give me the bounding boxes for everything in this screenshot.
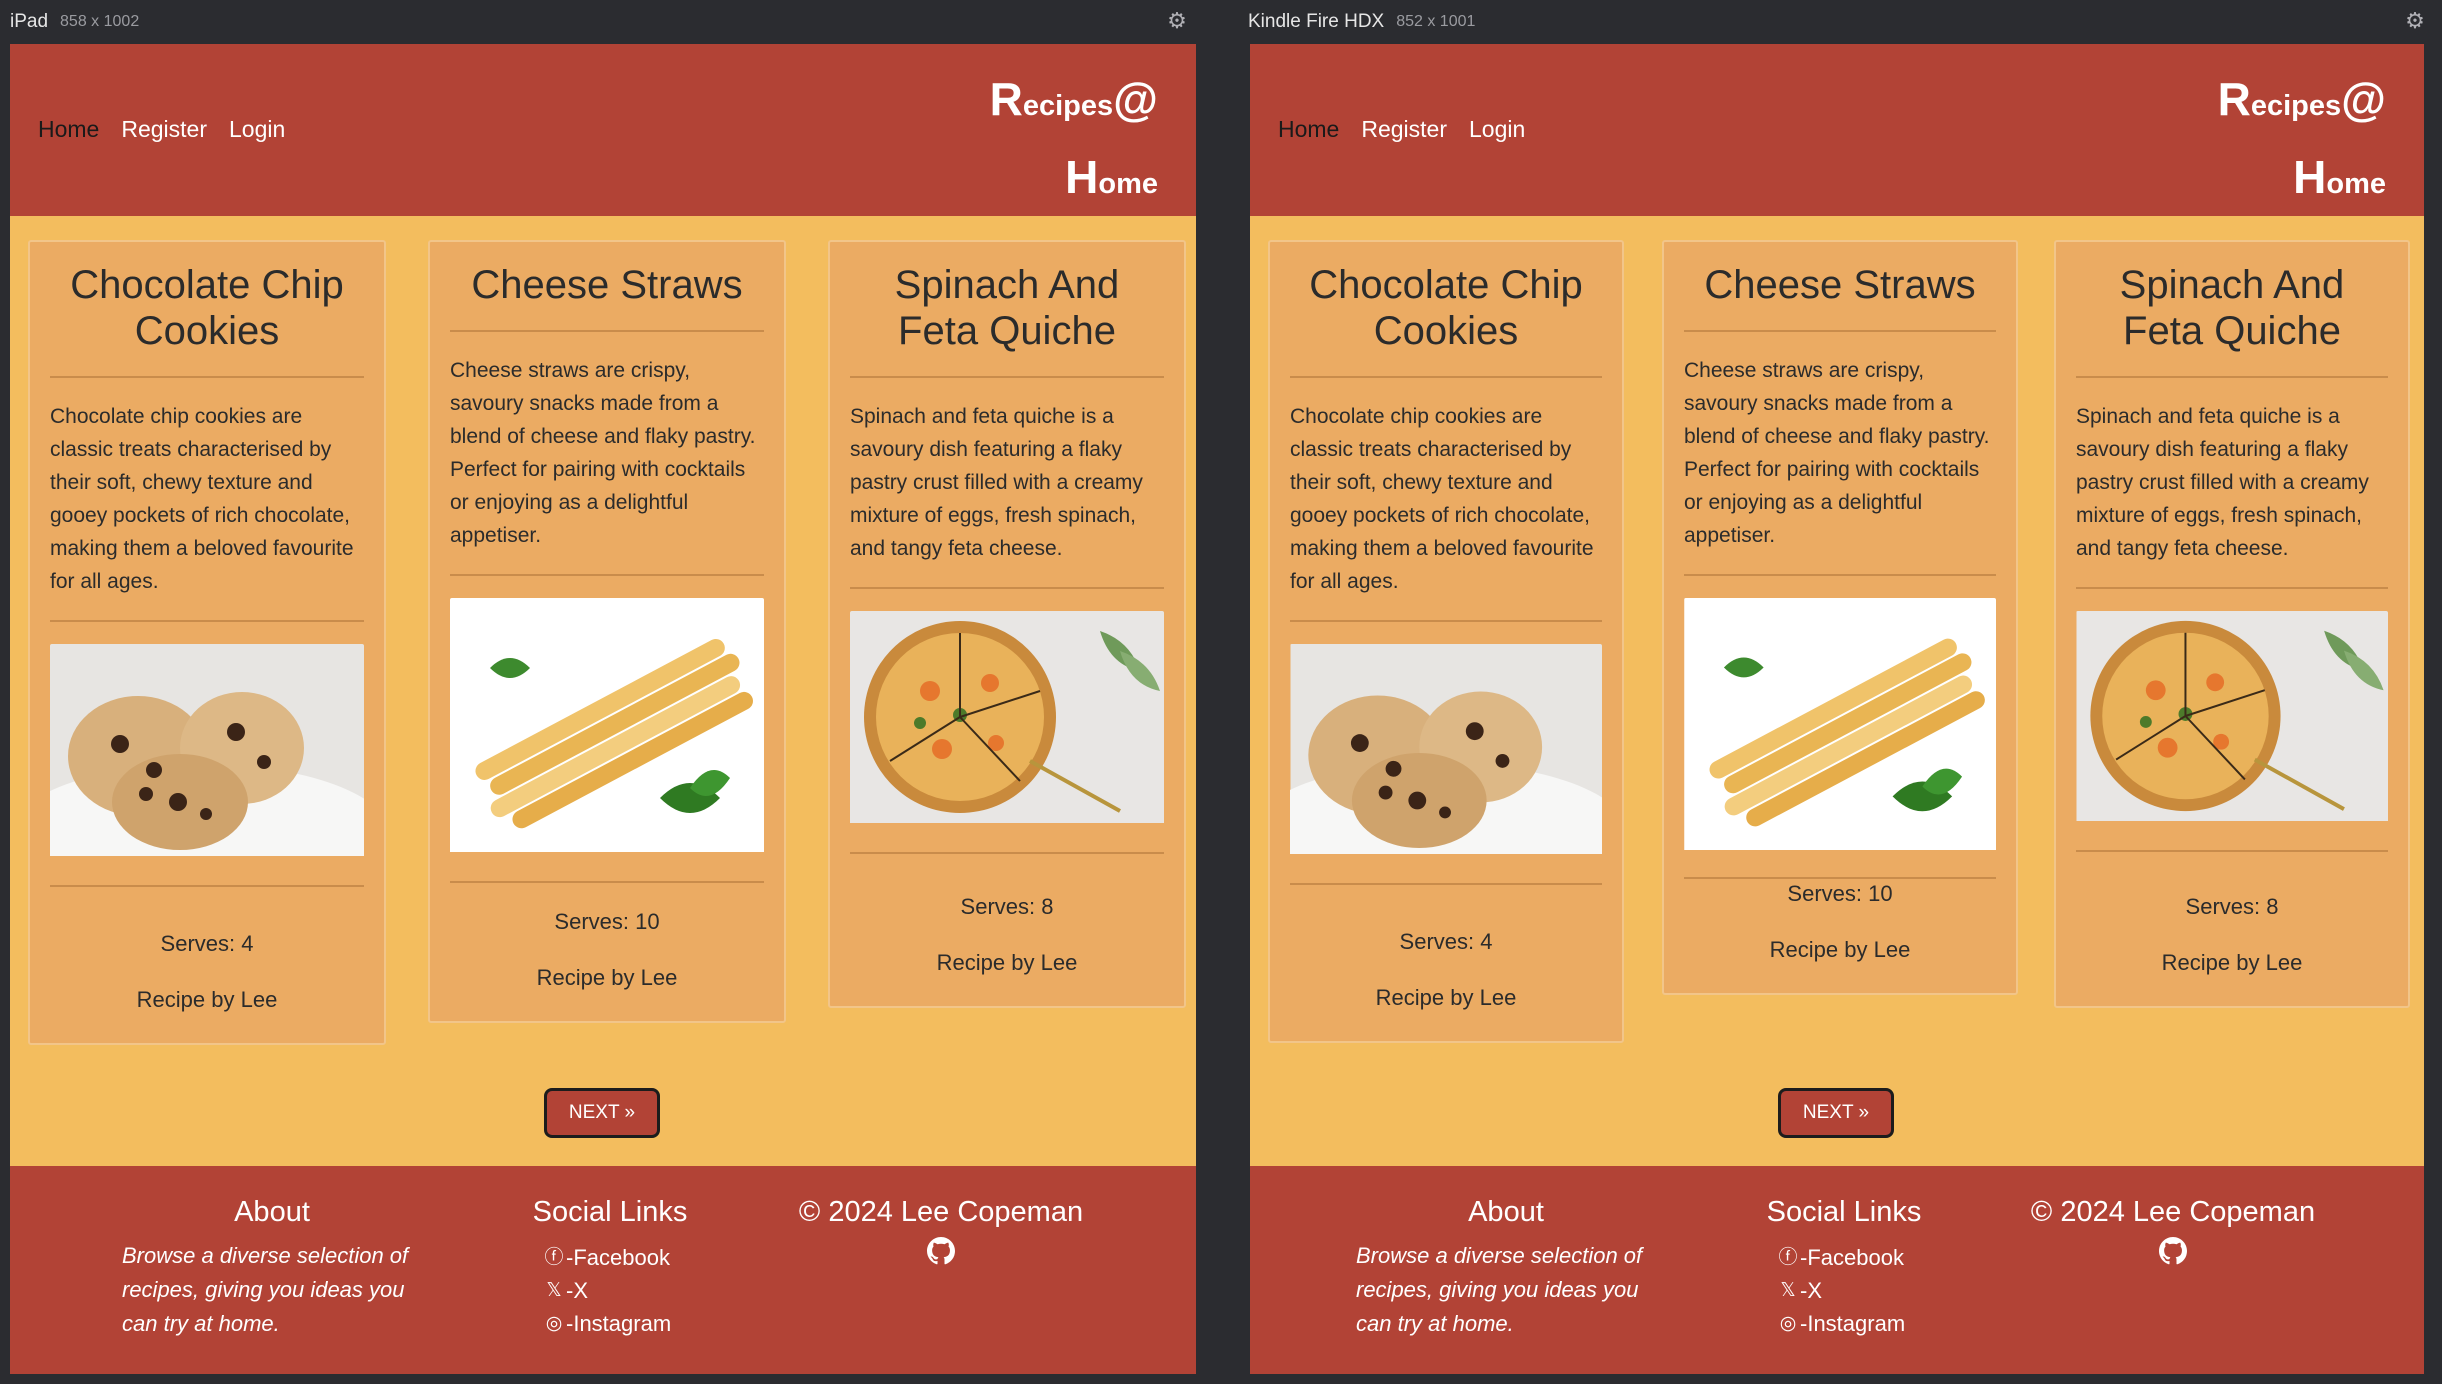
instagram-link[interactable]: ◎ -Instagram <box>544 1307 710 1340</box>
recipe-title: Spinach And Feta Quiche <box>2076 262 2388 378</box>
recipe-title: Chocolate Chip Cookies <box>50 262 364 378</box>
cheese-straws-image <box>450 598 764 857</box>
site-logo[interactable]: Recipes@ Home <box>990 66 1158 222</box>
recipe-description: Cheese straws are crispy, savoury snacks… <box>1684 332 1996 576</box>
nav-register-link[interactable]: Register <box>121 116 207 143</box>
footer-about-title: About <box>234 1196 310 1228</box>
spinach-feta-quiche-image <box>850 611 1164 828</box>
device-name: Kindle Fire HDX <box>1248 11 1385 32</box>
footer-about: About Browse a diverse selection of reci… <box>1356 1196 1656 1341</box>
facebook-icon: ⓕ <box>544 1247 564 1268</box>
nav-login-link[interactable]: Login <box>229 116 285 143</box>
site-logo[interactable]: Recipes@ Home <box>2218 66 2386 222</box>
facebook-link[interactable]: ⓕ -Facebook <box>544 1241 710 1274</box>
site-footer: About Browse a diverse selection of reci… <box>1250 1166 2424 1374</box>
recipe-byline: Recipe by Lee <box>136 987 278 1012</box>
recipe-title: Cheese Straws <box>1684 262 1996 332</box>
recipe-byline: Recipe by Lee <box>2161 950 2303 975</box>
instagram-icon: ◎ <box>1779 1313 1797 1334</box>
footer-about-text: Browse a diverse selection of recipes, g… <box>122 1243 409 1336</box>
facebook-link[interactable]: ⓕ -Facebook <box>1778 1241 1944 1274</box>
recipe-byline: Recipe by Lee <box>1769 937 1911 962</box>
footer-social: Social Links ⓕ -Facebook 𝕏 -X ◎ -Instagram <box>1744 1196 1944 1340</box>
recipe-description: Cheese straws are crispy, savoury snacks… <box>450 332 764 576</box>
footer-social: Social Links ⓕ -Facebook 𝕏 -X ◎ -Instagram <box>510 1196 710 1340</box>
x-icon: 𝕏 <box>546 1280 562 1301</box>
footer-about-text: Browse a diverse selection of recipes, g… <box>1356 1243 1643 1336</box>
cheese-straws-image <box>1684 598 1996 855</box>
spinach-feta-quiche-image <box>2076 611 2388 826</box>
next-page-button[interactable]: NEXT » <box>1778 1088 1894 1138</box>
footer-social-title: Social Links <box>1766 1196 1922 1228</box>
main-nav: Home Register Login <box>38 116 285 143</box>
device-viewport: Home Register Login Recipes@ Home Chocol… <box>10 44 1196 1374</box>
recipe-title: Cheese Straws <box>450 262 764 332</box>
recipe-byline: Recipe by Lee <box>1375 985 1517 1010</box>
gear-icon[interactable]: ⚙ <box>1166 10 1188 32</box>
nav-home-link[interactable]: Home <box>1278 116 1339 143</box>
recipe-title: Chocolate Chip Cookies <box>1290 262 1602 378</box>
next-page-button[interactable]: NEXT » <box>544 1088 660 1138</box>
recipe-serves: Serves: 4 <box>1399 929 1493 954</box>
footer-about-title: About <box>1468 1196 1544 1228</box>
recipe-title: Spinach And Feta Quiche <box>850 262 1164 378</box>
recipe-card-cookies[interactable]: Chocolate Chip Cookies Chocolate chip co… <box>28 240 386 1045</box>
recipe-byline: Recipe by Lee <box>536 965 678 990</box>
x-link[interactable]: 𝕏 -X <box>544 1274 710 1307</box>
recipe-card-cheese-straws[interactable]: Cheese Straws Cheese straws are crispy, … <box>1662 240 2018 995</box>
recipe-description: Spinach and feta quiche is a savoury dis… <box>850 378 1164 589</box>
x-icon: 𝕏 <box>1780 1280 1796 1301</box>
footer-social-title: Social Links <box>532 1196 688 1228</box>
device-dimensions: 852 x 1001 <box>1396 13 1476 30</box>
recipe-serves: Serves: 8 <box>960 894 1054 919</box>
device-dimensions: 858 x 1002 <box>60 13 140 30</box>
site-header: Home Register Login Recipes@ Home <box>1250 44 2424 216</box>
footer-copyright: © 2024 Lee Copeman <box>2028 1196 2318 1272</box>
device-viewport: Home Register Login Recipes@ Home Chocol… <box>1250 44 2424 1374</box>
footer-about: About Browse a diverse selection of reci… <box>122 1196 422 1341</box>
recipe-card-cheese-straws[interactable]: Cheese Straws Cheese straws are crispy, … <box>428 240 786 1023</box>
site-footer: About Browse a diverse selection of reci… <box>10 1166 1196 1374</box>
recipe-description: Spinach and feta quiche is a savoury dis… <box>2076 378 2388 589</box>
recipe-description: Chocolate chip cookies are classic treat… <box>50 378 364 622</box>
recipe-serves: Serves: 10 <box>1787 881 1893 906</box>
github-icon[interactable] <box>2028 1237 2318 1272</box>
recipe-serves: Serves: 4 <box>160 931 254 956</box>
nav-home-link[interactable]: Home <box>38 116 99 143</box>
copyright-text: © 2024 Lee Copeman <box>798 1196 1084 1228</box>
gear-icon[interactable]: ⚙ <box>2404 10 2426 32</box>
main-nav: Home Register Login <box>1278 116 1525 143</box>
chocolate-chip-cookies-image <box>1290 644 1602 859</box>
recipe-card-cookies[interactable]: Chocolate Chip Cookies Chocolate chip co… <box>1268 240 1624 1043</box>
recipe-description: Chocolate chip cookies are classic treat… <box>1290 378 1602 622</box>
nav-register-link[interactable]: Register <box>1361 116 1447 143</box>
site-header: Home Register Login Recipes@ Home <box>10 44 1196 216</box>
instagram-link[interactable]: ◎ -Instagram <box>1778 1307 1944 1340</box>
device-toolbar: iPad 858 x 1002 ⚙ <box>0 0 1196 44</box>
device-frame-kindle: Kindle Fire HDX 852 x 1001 ⚙ Home Regist… <box>1238 0 2434 1384</box>
recipe-card-quiche[interactable]: Spinach And Feta Quiche Spinach and feta… <box>2054 240 2410 1008</box>
copyright-text: © 2024 Lee Copeman <box>2030 1196 2316 1228</box>
device-frame-ipad: iPad 858 x 1002 ⚙ Home Register Login Re… <box>0 0 1196 1384</box>
recipe-card-grid: Chocolate Chip Cookies Chocolate chip co… <box>28 240 1186 1060</box>
chocolate-chip-cookies-image <box>50 644 364 861</box>
device-name: iPad <box>10 11 49 32</box>
recipe-serves: Serves: 10 <box>554 909 660 934</box>
instagram-icon: ◎ <box>545 1313 563 1334</box>
x-link[interactable]: 𝕏 -X <box>1778 1274 1944 1307</box>
recipe-serves: Serves: 8 <box>2185 894 2279 919</box>
github-icon[interactable] <box>796 1237 1086 1272</box>
nav-login-link[interactable]: Login <box>1469 116 1525 143</box>
device-toolbar: Kindle Fire HDX 852 x 1001 ⚙ <box>1238 0 2434 44</box>
recipe-card-grid: Chocolate Chip Cookies Chocolate chip co… <box>1268 240 2418 1060</box>
recipe-card-quiche[interactable]: Spinach And Feta Quiche Spinach and feta… <box>828 240 1186 1008</box>
facebook-icon: ⓕ <box>1778 1247 1798 1268</box>
footer-copyright: © 2024 Lee Copeman <box>796 1196 1086 1272</box>
recipe-byline: Recipe by Lee <box>936 950 1078 975</box>
